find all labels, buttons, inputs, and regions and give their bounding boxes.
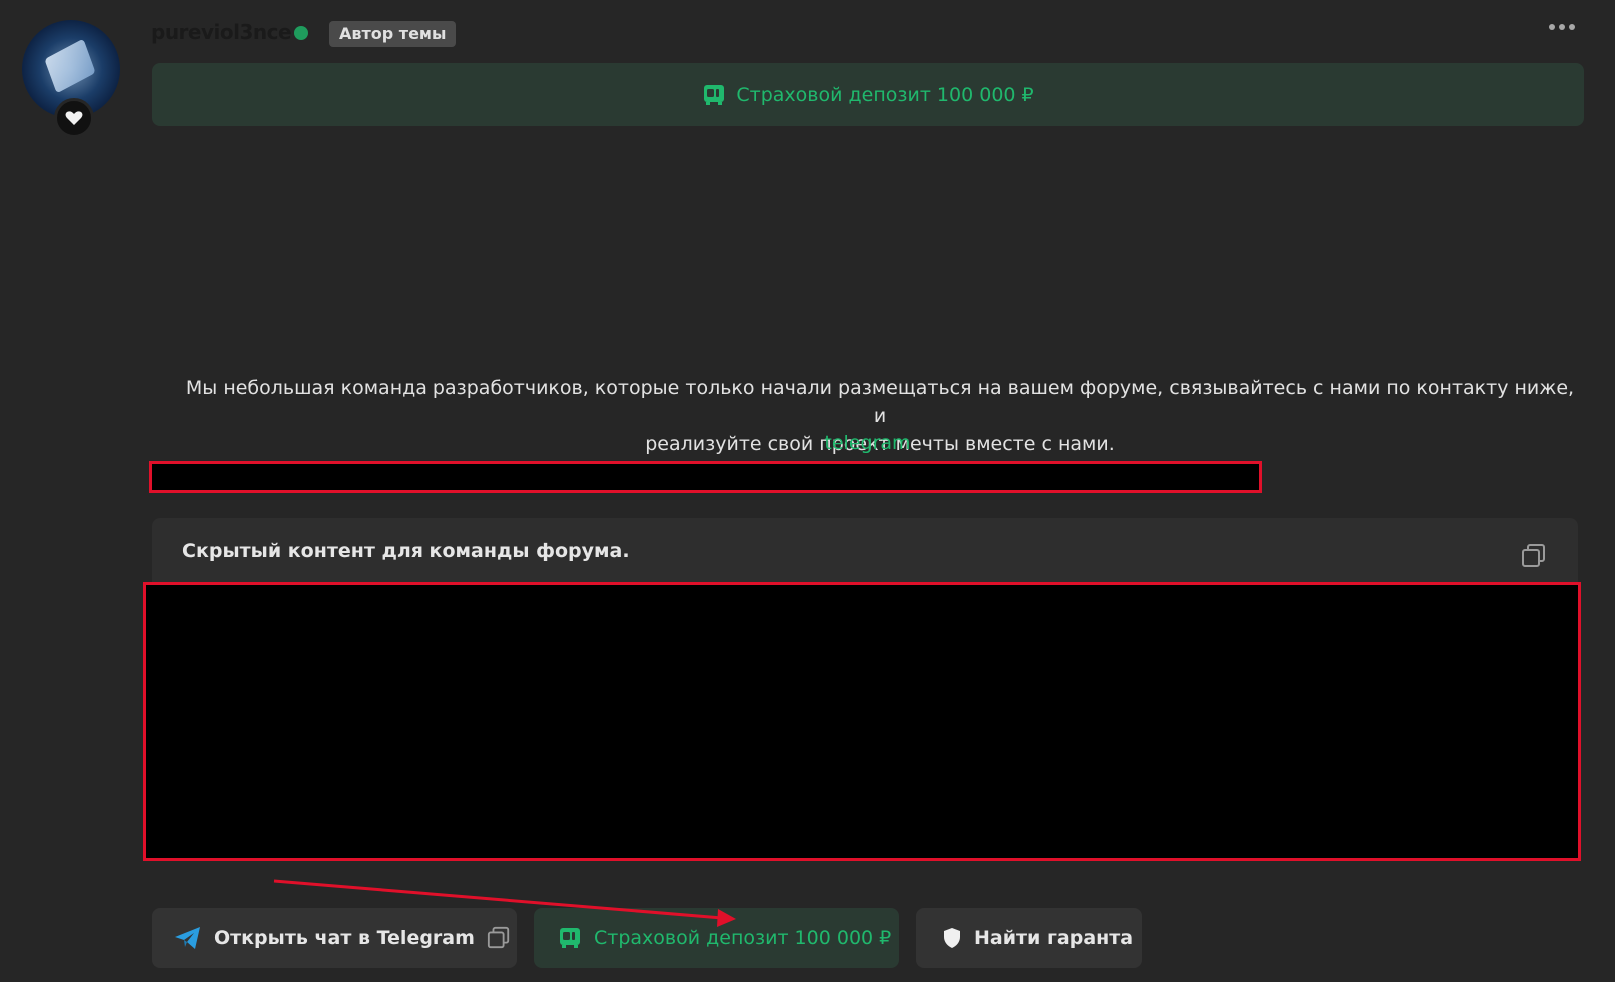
more-icon-dot (1569, 24, 1575, 30)
hidden-content-title: Скрытый контент для команды форума. (182, 540, 630, 562)
avatar-image (44, 38, 96, 94)
online-status-icon (294, 26, 308, 40)
more-icon-dot (1549, 24, 1555, 30)
telegram-link[interactable]: telegram (790, 432, 945, 454)
redacted-hidden-content (143, 582, 1581, 861)
telegram-icon (175, 927, 200, 949)
deposit-banner[interactable]: Страховой депозит 100 000 ₽ (152, 63, 1584, 126)
deposit-icon (704, 84, 725, 105)
author-badge: Автор темы (329, 21, 457, 47)
heart-icon (65, 111, 83, 125)
message-line: Мы небольшая команда разработчиков, кото… (185, 377, 1575, 427)
redacted-box (149, 461, 1262, 493)
more-options-button[interactable] (1549, 24, 1575, 30)
username[interactable]: pureviol3nce (151, 20, 292, 44)
find-guarantor-label: Найти гаранта (974, 927, 1134, 949)
forum-post: pureviol3nce Автор темы Страховой депози… (0, 0, 1615, 982)
heart-badge[interactable] (54, 98, 94, 138)
copy-icon[interactable] (487, 926, 511, 950)
open-telegram-chat-label: Открыть чат в Telegram (214, 927, 475, 949)
deposit-icon (560, 928, 580, 948)
deposit-button[interactable]: Страховой депозит 100 000 ₽ (534, 908, 899, 968)
copy-icon[interactable] (1521, 543, 1547, 569)
open-telegram-chat-button[interactable]: Открыть чат в Telegram (152, 908, 517, 968)
find-guarantor-button[interactable]: Найти гаранта (916, 908, 1142, 968)
more-icon-dot (1559, 24, 1565, 30)
shield-icon (944, 928, 960, 948)
deposit-button-label: Страховой депозит 100 000 ₽ (594, 927, 892, 949)
deposit-banner-label: Страховой депозит 100 000 ₽ (736, 83, 1034, 106)
